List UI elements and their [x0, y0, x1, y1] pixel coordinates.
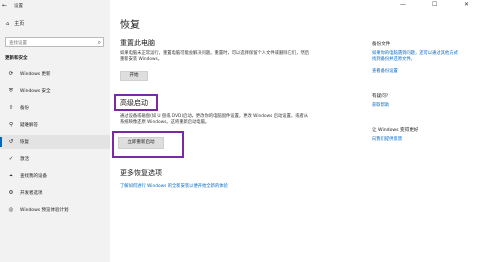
sidebar-item-label: 激活: [20, 157, 29, 162]
sidebar-item-developer-options[interactable]: ⚙ 开发者选项: [0, 186, 110, 200]
fresh-install-link[interactable]: 了解如何进行 Windows 的全新安装以便开始全新的体验: [120, 183, 228, 189]
sidebar-home[interactable]: ⌂ 主页: [6, 20, 25, 28]
start-reset-button[interactable]: 开始: [120, 71, 148, 81]
sidebar-item-label: Windows 预览体验计划: [20, 208, 69, 213]
more-options-heading: 更多恢复选项: [120, 169, 162, 177]
sidebar-section-title: 更新和安全: [5, 56, 28, 61]
sidebar-item-label: 恢复: [20, 140, 29, 145]
developer-icon: ⚙: [8, 190, 14, 196]
sidebar-item-label: Windows 更新: [20, 72, 51, 77]
search-placeholder: 查找设置: [9, 40, 27, 46]
backup-icon: ⇧: [8, 105, 14, 111]
backup-settings-link[interactable]: 查看备份设置: [372, 69, 398, 75]
sidebar-item-label: 备份: [20, 106, 29, 111]
sidebar-home-label: 主页: [14, 21, 25, 27]
sidebar-item-windows-security[interactable]: ⛨ Windows 安全: [0, 84, 110, 98]
search-icon[interactable]: ⌕: [98, 39, 101, 47]
activation-icon: ✓: [8, 156, 14, 162]
backup-files-heading: 备份文件: [372, 42, 391, 47]
sidebar-item-label: 查找我的设备: [20, 174, 47, 179]
window-title: 设置: [14, 4, 23, 9]
reset-heading: 重置此电脑: [120, 39, 155, 47]
get-help-link[interactable]: 获取帮助: [372, 103, 389, 109]
sidebar-item-backup[interactable]: ⇧ 备份: [0, 101, 110, 115]
recovery-icon: ↺: [8, 139, 14, 145]
sidebar-item-label: 开发者选项: [20, 191, 43, 196]
sidebar-item-insider-program[interactable]: ◎ Windows 预览体验计划: [0, 203, 110, 217]
locate-icon: ⌖: [9, 172, 13, 179]
sidebar-item-recovery[interactable]: ↺ 恢复: [0, 135, 110, 149]
sidebar-item-activation[interactable]: ✓ 激活: [0, 152, 110, 166]
search-input[interactable]: 查找设置 ⌕: [5, 37, 104, 47]
restart-now-button[interactable]: 立即重新启动: [118, 137, 164, 149]
update-icon: ⟳: [8, 71, 14, 77]
title-bar: ← 设置 — ☐ ✕: [0, 0, 480, 12]
backup-info-link[interactable]: 找到备份并还原文件。: [372, 57, 415, 63]
help-heading: 有疑问?: [372, 94, 389, 99]
insider-icon: ◎: [8, 207, 14, 213]
advanced-startup-description: 通过设备或磁盘(如 U 盘或 DVD)启动，更改你的电脑固件设置，更改 Wind…: [120, 114, 309, 126]
minimize-icon[interactable]: —: [400, 1, 406, 8]
shield-icon: ⛨: [8, 87, 14, 94]
sidebar-item-windows-update[interactable]: ⟳ Windows 更新: [0, 67, 110, 81]
sidebar-item-label: 疑难解答: [20, 123, 38, 128]
close-icon[interactable]: ✕: [464, 1, 469, 8]
home-icon: ⌂: [6, 20, 10, 27]
wrench-icon: ⚲: [8, 122, 14, 128]
advanced-startup-heading: 高级启动: [120, 99, 148, 107]
maximize-icon[interactable]: ☐: [432, 1, 437, 8]
sidebar-item-label: Windows 安全: [20, 89, 51, 94]
page-title: 恢复: [120, 20, 140, 31]
feedback-link[interactable]: 向我们提供反馈: [372, 137, 402, 143]
improve-windows-heading: 让 Windows 变得更好: [372, 128, 419, 133]
reset-description: 如果电脑未正常运行，重置电脑可能会解决问题。重置时，可以选择保留个人文件或删除它…: [120, 51, 310, 63]
sidebar-item-find-my-device[interactable]: ⌖ 查找我的设备: [0, 169, 110, 183]
back-arrow-icon[interactable]: ←: [2, 2, 7, 9]
sidebar-item-troubleshoot[interactable]: ⚲ 疑难解答: [0, 118, 110, 132]
